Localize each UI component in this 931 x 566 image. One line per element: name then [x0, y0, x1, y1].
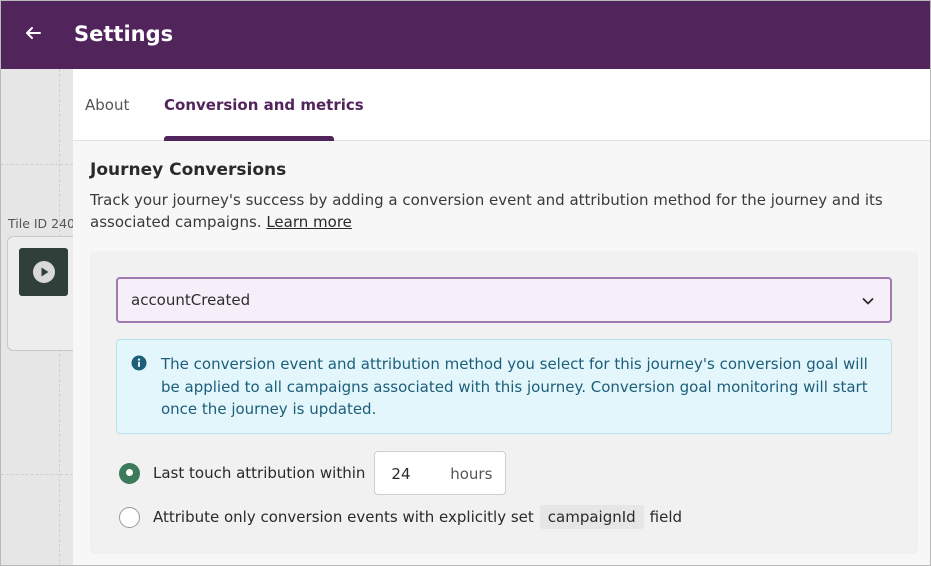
settings-panel: About Conversion and metrics Journey Con… — [73, 69, 930, 565]
attribution-hours-input[interactable]: 24 hours — [374, 451, 507, 495]
last-touch-radio[interactable] — [119, 462, 140, 484]
play-icon — [19, 248, 68, 296]
tab-about[interactable]: About — [85, 95, 129, 115]
campaign-id-code: campaignId — [539, 505, 644, 529]
info-icon — [131, 355, 147, 371]
settings-header: Settings — [1, 1, 930, 69]
app-window: Tile ID 2409 Settings About Conversion a… — [0, 0, 931, 566]
last-touch-label: Last touch attribution within — [153, 464, 366, 482]
info-text: The conversion event and attribution met… — [161, 355, 868, 418]
canvas-grid-line — [1, 474, 73, 475]
field-label: field — [649, 508, 683, 526]
hours-value: 24 — [391, 465, 411, 483]
attribution-option-explicit: Attribute only conversion events with ex… — [119, 503, 682, 531]
explicit-campaign-radio[interactable] — [119, 506, 140, 528]
tab-bar: About Conversion and metrics — [73, 69, 930, 141]
page-title: Settings — [74, 22, 174, 46]
back-button[interactable] — [19, 21, 47, 49]
section-description-text: Track your journey's success by adding a… — [90, 191, 883, 231]
journey-canvas-background: Tile ID 2409 — [1, 69, 87, 565]
info-banner: The conversion event and attribution met… — [116, 339, 892, 434]
conversion-settings-card: accountCreated The conversion event and … — [90, 251, 918, 554]
attribution-option-last-touch: Last touch attribution within 24 hours — [119, 451, 507, 495]
hours-unit-label: hours — [450, 465, 493, 483]
chevron-down-icon — [860, 293, 876, 309]
active-tab-indicator — [164, 136, 334, 141]
tile-id-label: Tile ID 2409 — [8, 216, 83, 231]
section-title: Journey Conversions — [90, 160, 287, 180]
arrow-left-icon — [24, 24, 42, 46]
conversion-event-select[interactable]: accountCreated — [116, 277, 892, 323]
canvas-grid-line — [1, 164, 73, 165]
explicit-campaign-label: Attribute only conversion events with ex… — [153, 508, 534, 526]
conversion-event-value: accountCreated — [131, 291, 251, 309]
tab-conversion-and-metrics[interactable]: Conversion and metrics — [164, 95, 364, 115]
learn-more-link[interactable]: Learn more — [266, 213, 352, 231]
section-description: Track your journey's success by adding a… — [90, 189, 920, 233]
